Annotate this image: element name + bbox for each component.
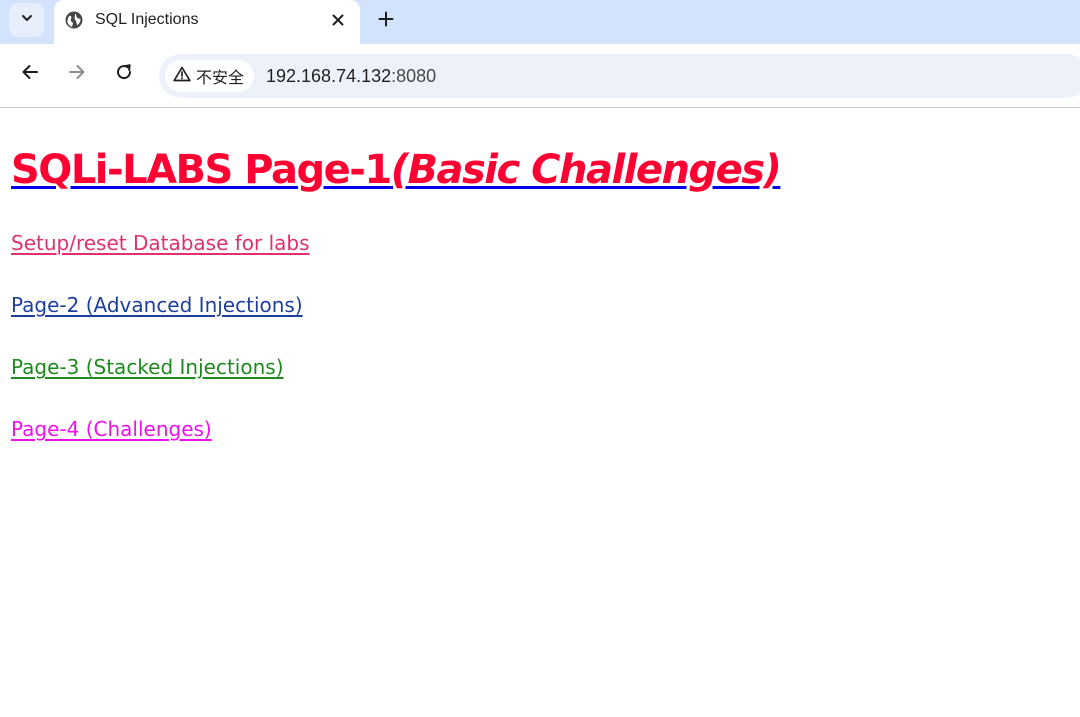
tab-search-button[interactable] xyxy=(9,3,44,37)
address-bar[interactable]: 不安全 192.168.74.132:8080 xyxy=(159,54,1080,98)
tab-strip: SQL Injections xyxy=(0,0,1080,45)
forward-arrow-icon xyxy=(67,62,87,87)
forward-button[interactable] xyxy=(62,59,92,89)
warning-triangle-icon xyxy=(173,66,196,87)
tab-title: SQL Injections xyxy=(95,11,199,28)
globe-icon xyxy=(64,10,84,30)
plus-icon xyxy=(378,11,394,32)
page-2-link[interactable]: Page-2 (Advanced Injections) xyxy=(11,292,303,318)
active-tab[interactable]: SQL Injections xyxy=(54,0,360,45)
page-3-link[interactable]: Page-3 (Stacked Injections) xyxy=(11,354,284,380)
reload-button[interactable] xyxy=(109,59,139,89)
chevron-down-icon xyxy=(20,11,34,30)
close-icon[interactable] xyxy=(326,8,350,32)
reload-icon xyxy=(114,62,134,87)
security-indicator[interactable]: 不安全 xyxy=(165,60,255,92)
security-label: 不安全 xyxy=(196,70,245,87)
setup-reset-database-link[interactable]: Setup/reset Database for labs xyxy=(11,230,310,256)
page-4-link[interactable]: Page-4 (Challenges) xyxy=(11,416,212,442)
page-title-subtitle: (Basic Challenges) xyxy=(390,147,782,193)
page-content: SQLi-LABS Page-1(Basic Challenges) Setup… xyxy=(0,108,1080,717)
browser-toolbar: 不安全 192.168.74.132:8080 xyxy=(0,44,1080,108)
url-host: 192.168.74.132 xyxy=(266,66,392,86)
back-button[interactable] xyxy=(15,59,45,89)
url-port: :8080 xyxy=(391,66,437,86)
back-arrow-icon xyxy=(20,62,40,87)
page-title-main: SQLi-LABS Page-1 xyxy=(11,147,392,193)
new-tab-button[interactable] xyxy=(371,6,401,36)
page-title[interactable]: SQLi-LABS Page-1(Basic Challenges) xyxy=(11,144,782,196)
url-text[interactable]: 192.168.74.132:8080 xyxy=(266,65,436,87)
